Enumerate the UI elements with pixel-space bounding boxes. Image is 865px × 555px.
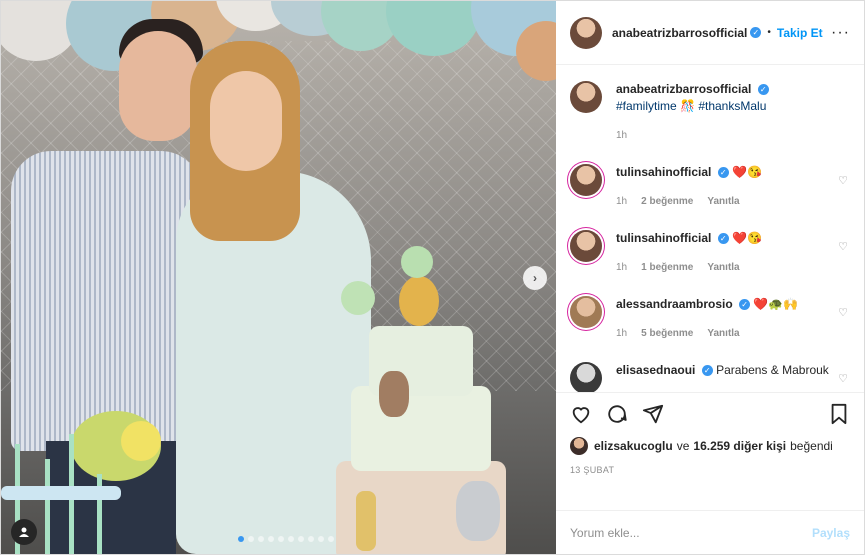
- carousel-dot: [268, 536, 274, 542]
- avatar[interactable]: [570, 164, 602, 196]
- verified-badge-icon: ✓: [739, 299, 751, 311]
- comments-list[interactable]: anabeatrizbarrosofficial ✓ #familytime 🎊…: [556, 65, 864, 392]
- post-comment-button[interactable]: Paylaş: [812, 526, 850, 540]
- more-options-button[interactable]: ···: [831, 24, 850, 42]
- comment-likes-count[interactable]: 2 beğenme: [641, 193, 693, 210]
- caption-username[interactable]: anabeatrizbarrosofficial: [616, 82, 751, 96]
- separator: •: [767, 27, 771, 38]
- comment-text: ❤️😘: [732, 231, 762, 245]
- comment-icon[interactable]: [606, 403, 628, 429]
- hashtag-link[interactable]: #familytime: [616, 99, 677, 113]
- comment-item: tulinsahinofficial ✓ ❤️😘 1h 1 beğenme Ya…: [570, 230, 850, 276]
- heart-icon[interactable]: ♡: [838, 240, 848, 253]
- carousel-dot: [248, 536, 254, 542]
- comment-item: tulinsahinofficial ✓ ❤️😘 1h 2 beğenme Ya…: [570, 164, 850, 210]
- caption-emoji: 🎊: [680, 99, 695, 113]
- timestamp[interactable]: 1h: [616, 259, 627, 276]
- avatar[interactable]: [570, 437, 588, 455]
- likes-count[interactable]: 16.259 diğer kişi: [693, 439, 786, 453]
- verified-badge-icon: ✓: [750, 27, 762, 38]
- follow-button[interactable]: Takip Et: [777, 26, 823, 40]
- liker-username[interactable]: elizsakucoglu: [594, 439, 673, 453]
- carousel-dot: [328, 536, 334, 542]
- next-photo-button[interactable]: ›: [523, 266, 547, 290]
- add-comment-bar: Paylaş: [556, 510, 864, 554]
- reply-button[interactable]: Yanıtla: [707, 193, 739, 210]
- avatar[interactable]: [570, 16, 602, 49]
- carousel-dot: [298, 536, 304, 542]
- heart-icon[interactable]: ♡: [838, 174, 848, 187]
- carousel-dot: [278, 536, 284, 542]
- reply-button[interactable]: Yanıtla: [707, 259, 739, 276]
- avatar[interactable]: [570, 230, 602, 262]
- instagram-post: › anabeatrizbarrosofficial ✓ • Takip Et …: [0, 0, 865, 555]
- comment-username[interactable]: elisasednaoui: [616, 363, 695, 377]
- verified-badge-icon: ✓: [717, 167, 729, 179]
- carousel-dot: [258, 536, 264, 542]
- heart-icon[interactable]: ♡: [838, 306, 848, 319]
- comment-likes-count[interactable]: 5 beğenme: [641, 325, 693, 342]
- bookmark-icon[interactable]: [828, 403, 850, 429]
- hashtag-link[interactable]: #thanksMalu: [698, 99, 766, 113]
- caption: anabeatrizbarrosofficial ✓ #familytime 🎊…: [570, 81, 850, 144]
- comment-text: ❤️😘: [732, 165, 762, 179]
- post-header: anabeatrizbarrosofficial ✓ • Takip Et ··…: [556, 1, 864, 65]
- carousel-dot: [318, 536, 324, 542]
- likes-summary: elizsakucoglu ve 16.259 diğer kişi beğen…: [570, 437, 850, 455]
- likes-conjunction: ve: [676, 439, 690, 453]
- carousel-indicator: [238, 536, 334, 542]
- verified-badge-icon: ✓: [717, 233, 729, 245]
- heart-icon[interactable]: ♡: [838, 372, 848, 385]
- carousel-dot: [238, 536, 244, 542]
- reply-button[interactable]: Yanıtla: [707, 325, 739, 342]
- verified-badge-icon: ✓: [757, 84, 769, 96]
- comment-text: Parabens & Mabrouk: [716, 363, 829, 377]
- timestamp[interactable]: 1h: [616, 127, 627, 144]
- verified-badge-icon: ✓: [701, 365, 713, 377]
- comment-username[interactable]: tulinsahinofficial: [616, 231, 711, 245]
- comment-likes-count[interactable]: 1 beğenme: [641, 259, 693, 276]
- post-side-panel: anabeatrizbarrosofficial ✓ • Takip Et ··…: [556, 1, 864, 554]
- chevron-right-icon: ›: [533, 271, 537, 285]
- avatar[interactable]: [570, 362, 602, 392]
- post-photo[interactable]: ›: [1, 1, 556, 554]
- comment-text: ❤️🐢🙌: [753, 297, 799, 311]
- avatar[interactable]: [570, 296, 602, 328]
- user-tag-icon: [19, 527, 29, 537]
- likes-suffix: beğendi: [790, 439, 833, 453]
- comment-item: elisasednaoui ✓ Parabens & Mabrouk ♡: [570, 362, 850, 392]
- heart-icon[interactable]: [570, 403, 592, 429]
- cake: [331, 246, 511, 554]
- comment-username[interactable]: alessandraambrosio: [616, 297, 733, 311]
- timestamp[interactable]: 1h: [616, 325, 627, 342]
- comment-item: alessandraambrosio ✓ ❤️🐢🙌 1h 5 beğenme Y…: [570, 296, 850, 342]
- user-tag-button[interactable]: [11, 519, 37, 545]
- post-actions: elizsakucoglu ve 16.259 diğer kişi beğen…: [556, 392, 864, 510]
- carousel-dot: [288, 536, 294, 542]
- header-username[interactable]: anabeatrizbarrosofficial: [612, 26, 747, 40]
- timestamp[interactable]: 1h: [616, 193, 627, 210]
- caption-meta: 1h: [616, 127, 850, 144]
- share-icon[interactable]: [642, 403, 664, 429]
- comment-username[interactable]: tulinsahinofficial: [616, 165, 711, 179]
- comment-input[interactable]: [570, 525, 812, 540]
- post-date[interactable]: 13 ŞUBAT: [570, 465, 850, 475]
- carousel-dot: [308, 536, 314, 542]
- avatar[interactable]: [570, 81, 602, 113]
